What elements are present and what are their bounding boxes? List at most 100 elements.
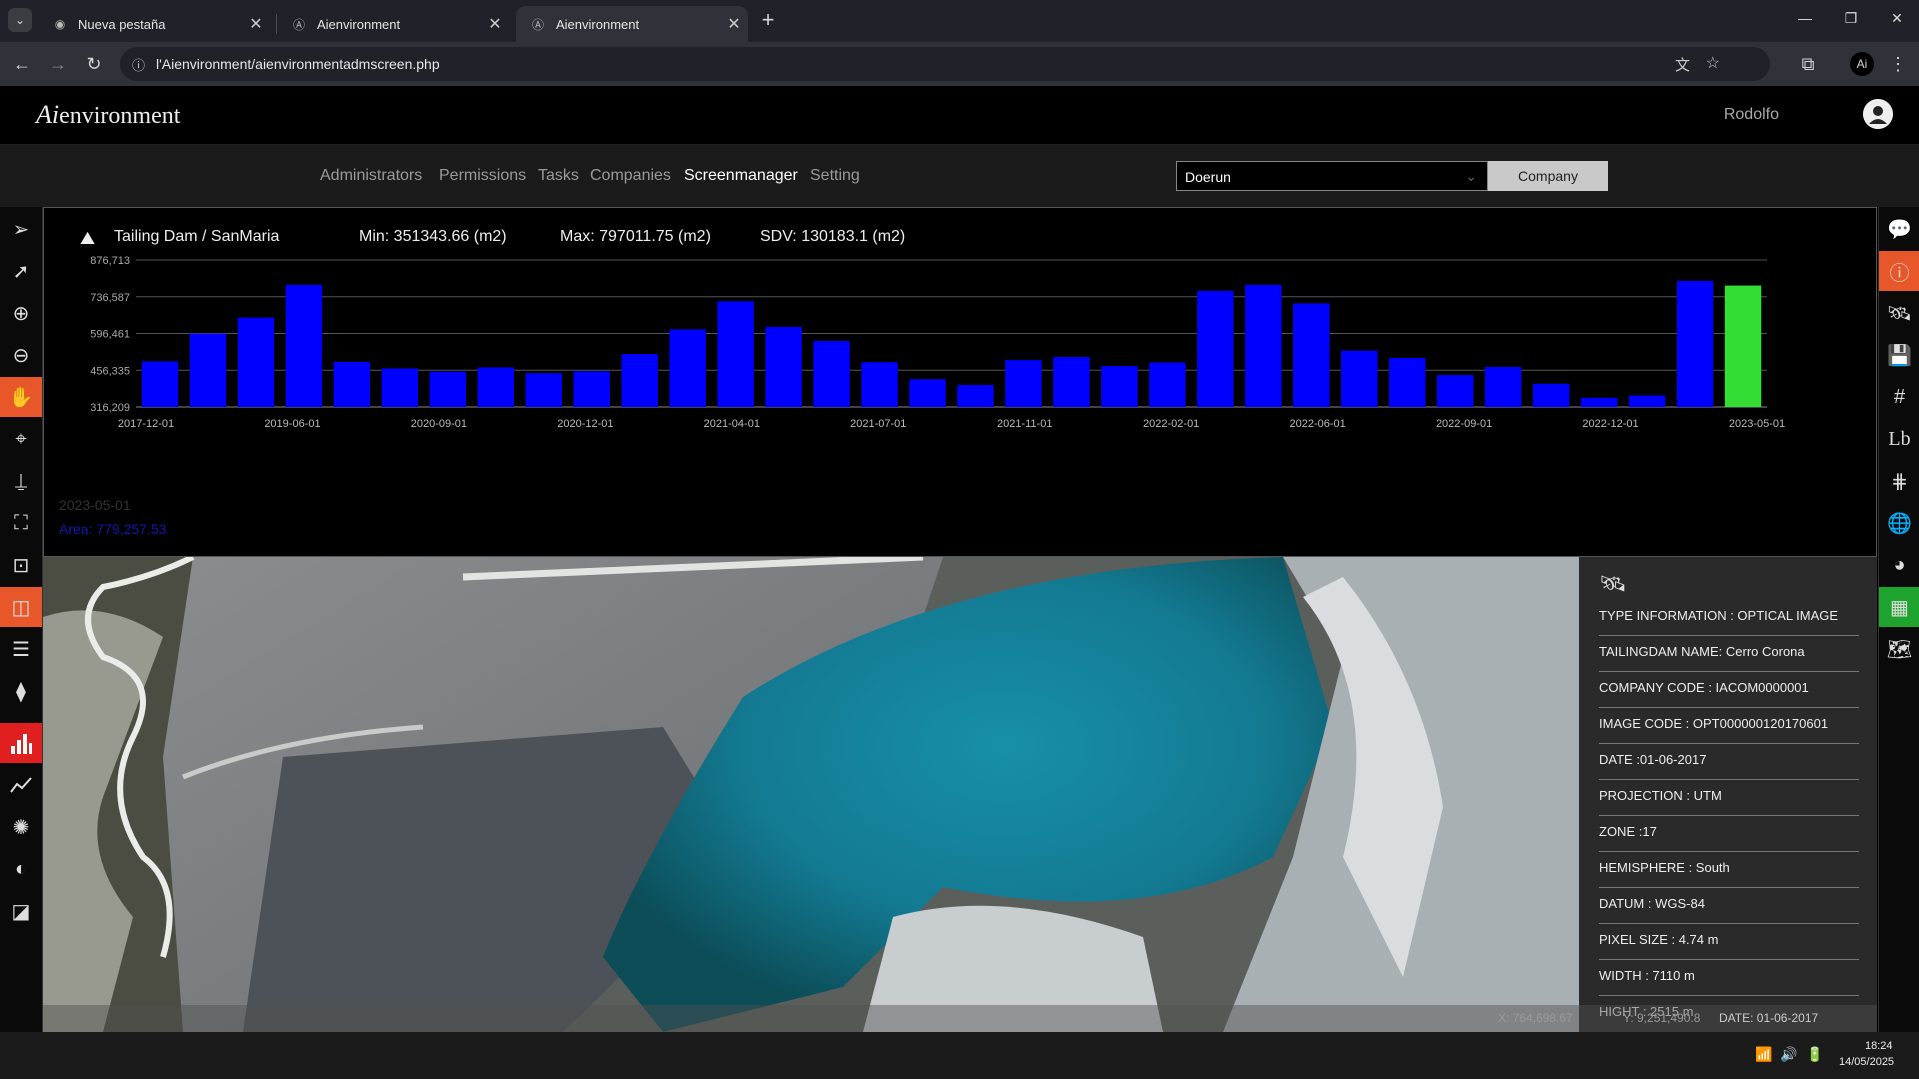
chart-bar[interactable]	[1388, 358, 1426, 407]
satellite-icon[interactable]: 🛰	[1879, 293, 1919, 333]
globe-icon[interactable]: 🌐	[1879, 503, 1919, 543]
translate-icon[interactable]: 文	[1675, 54, 1690, 75]
back-icon[interactable]: ←	[10, 52, 34, 76]
forward-icon[interactable]: →	[46, 52, 70, 76]
chart-bar[interactable]	[1005, 360, 1042, 407]
chart-bar[interactable]	[1149, 362, 1186, 407]
pin-remove-icon[interactable]: ⍊	[0, 461, 42, 501]
chart-bar[interactable]	[1293, 303, 1330, 407]
send-icon[interactable]: ➢	[0, 209, 42, 249]
new-tab-icon[interactable]: +	[756, 7, 780, 32]
company-select[interactable]: Doerun ⌄	[1176, 161, 1488, 191]
chart-bar[interactable]	[285, 284, 323, 407]
layers-icon[interactable]: ⧫	[0, 671, 42, 711]
nav-companies[interactable]: Companies	[590, 167, 671, 185]
nav-setting[interactable]: Setting	[810, 167, 860, 185]
chart-bar[interactable]	[813, 340, 850, 407]
chart-bar[interactable]	[909, 379, 946, 407]
info-icon[interactable]: ⓘ	[1879, 251, 1919, 291]
chart-bar[interactable]	[861, 362, 898, 407]
extensions-icon[interactable]: ⧉	[1796, 52, 1820, 76]
site-info-icon[interactable]: ⓘ	[132, 55, 145, 74]
url-input[interactable]: ⓘ l'Aienvironment/aienvironmentadmscreen…	[120, 47, 1770, 81]
satellite-map[interactable]	[43, 557, 1579, 1032]
minimize-icon[interactable]: —	[1790, 10, 1820, 30]
chart-bar[interactable]	[1724, 285, 1762, 407]
restore-icon[interactable]: ❐	[1836, 10, 1866, 30]
chart-bar[interactable]	[717, 301, 754, 407]
battery-icon[interactable]: 🔋	[1806, 1046, 1823, 1063]
nav-permissions[interactable]: Permissions	[439, 167, 526, 185]
pin-add-icon[interactable]: ⌖	[0, 419, 42, 459]
chart-bar[interactable]	[1484, 366, 1522, 407]
close-tab-icon[interactable]: ✕	[242, 14, 270, 34]
volume-icon[interactable]: 🔊	[1780, 1046, 1797, 1063]
world-map-icon[interactable]: 🗺	[1879, 629, 1919, 669]
coordinate-grid-icon[interactable]: ⋕	[1879, 461, 1919, 501]
chart-bar[interactable]	[1676, 280, 1714, 407]
clock-date[interactable]: 14/05/2025	[1839, 1056, 1894, 1068]
menu-kebab-icon[interactable]: ⋮	[1886, 52, 1910, 76]
chat-icon[interactable]: 💬	[1879, 209, 1919, 249]
nav-screenmanager[interactable]: Screenmanager	[684, 167, 798, 185]
chart-bar[interactable]	[765, 326, 802, 407]
nav-administrators[interactable]: Administrators	[320, 167, 422, 185]
chart-bar[interactable]	[333, 361, 371, 407]
chart-bar[interactable]	[1197, 290, 1234, 407]
close-tab-icon[interactable]: ✕	[720, 14, 748, 34]
tab-aienvironment-2[interactable]: Ⓐ Aienvironment ✕	[516, 6, 748, 42]
tab-search-icon[interactable]: ⌄	[8, 8, 32, 32]
chart-bar[interactable]	[621, 354, 658, 407]
chart-bar[interactable]	[1436, 375, 1474, 407]
chart-bar[interactable]	[477, 367, 515, 407]
tab-nueva-pestana[interactable]: ◉ Nueva pestaña ✕	[38, 6, 270, 42]
contrast-icon[interactable]: ◐	[0, 849, 42, 889]
zoom-out-icon[interactable]: ⊖	[0, 335, 42, 375]
company-button[interactable]: Company	[1488, 161, 1608, 191]
user-name[interactable]: Rodolfo	[1724, 106, 1779, 124]
chart-bar[interactable]	[1245, 284, 1282, 407]
app-logo[interactable]: Aienvironment	[36, 100, 180, 130]
map-grid-icon[interactable]: ▦	[1879, 587, 1919, 627]
avatar[interactable]	[1863, 99, 1893, 129]
chart-bar[interactable]	[1101, 366, 1138, 407]
clock-time[interactable]: 18:24	[1865, 1040, 1893, 1052]
close-tab-icon[interactable]: ✕	[481, 14, 509, 34]
reload-icon[interactable]: ↻	[82, 52, 106, 76]
full-extent-icon[interactable]: ⛶	[0, 503, 42, 543]
label-icon[interactable]: Lb	[1879, 419, 1919, 459]
world-icon[interactable]: ◕	[1879, 545, 1919, 585]
wifi-icon[interactable]: 📶	[1755, 1046, 1772, 1063]
chart-bar[interactable]	[1532, 383, 1570, 407]
tab-aienvironment-1[interactable]: Ⓐ Aienvironment ✕	[277, 6, 509, 42]
bookmark-star-icon[interactable]: ☆	[1706, 53, 1720, 73]
horizontal-split-icon[interactable]: ☰	[0, 629, 42, 669]
pan-hand-icon[interactable]: ✋	[0, 377, 42, 417]
grid-icon[interactable]: #	[1879, 377, 1919, 417]
chart-bar[interactable]	[573, 371, 610, 407]
chart-bar[interactable]	[381, 368, 419, 407]
split-view-icon[interactable]: ◫	[0, 587, 42, 627]
chart-bar[interactable]	[141, 361, 179, 407]
pointer-icon[interactable]: ➚	[0, 251, 42, 291]
chart-bar[interactable]	[189, 333, 227, 407]
bar-chart-icon[interactable]	[0, 723, 42, 763]
brightness-icon[interactable]: ✺	[0, 807, 42, 847]
fill-icon[interactable]: ◪	[0, 891, 42, 931]
profile-icon[interactable]: Ai	[1850, 52, 1874, 76]
chart-bar[interactable]	[1341, 350, 1378, 407]
chart-bar[interactable]	[1580, 397, 1618, 407]
zoom-layer-icon[interactable]: ⊡	[0, 545, 42, 585]
chart-bar[interactable]	[1053, 356, 1090, 407]
line-chart-icon[interactable]	[0, 765, 42, 805]
chart-bar[interactable]	[429, 371, 467, 407]
chart-bar[interactable]	[237, 317, 275, 407]
zoom-in-icon[interactable]: ⊕	[0, 293, 42, 333]
chart-bar[interactable]	[525, 373, 562, 407]
nav-tasks[interactable]: Tasks	[538, 167, 579, 185]
chart-bar[interactable]	[957, 385, 994, 407]
close-window-icon[interactable]: ✕	[1882, 10, 1912, 30]
chart-bar[interactable]	[669, 329, 706, 407]
save-icon[interactable]: 💾	[1879, 335, 1919, 375]
chart-bar[interactable]	[1628, 395, 1666, 407]
